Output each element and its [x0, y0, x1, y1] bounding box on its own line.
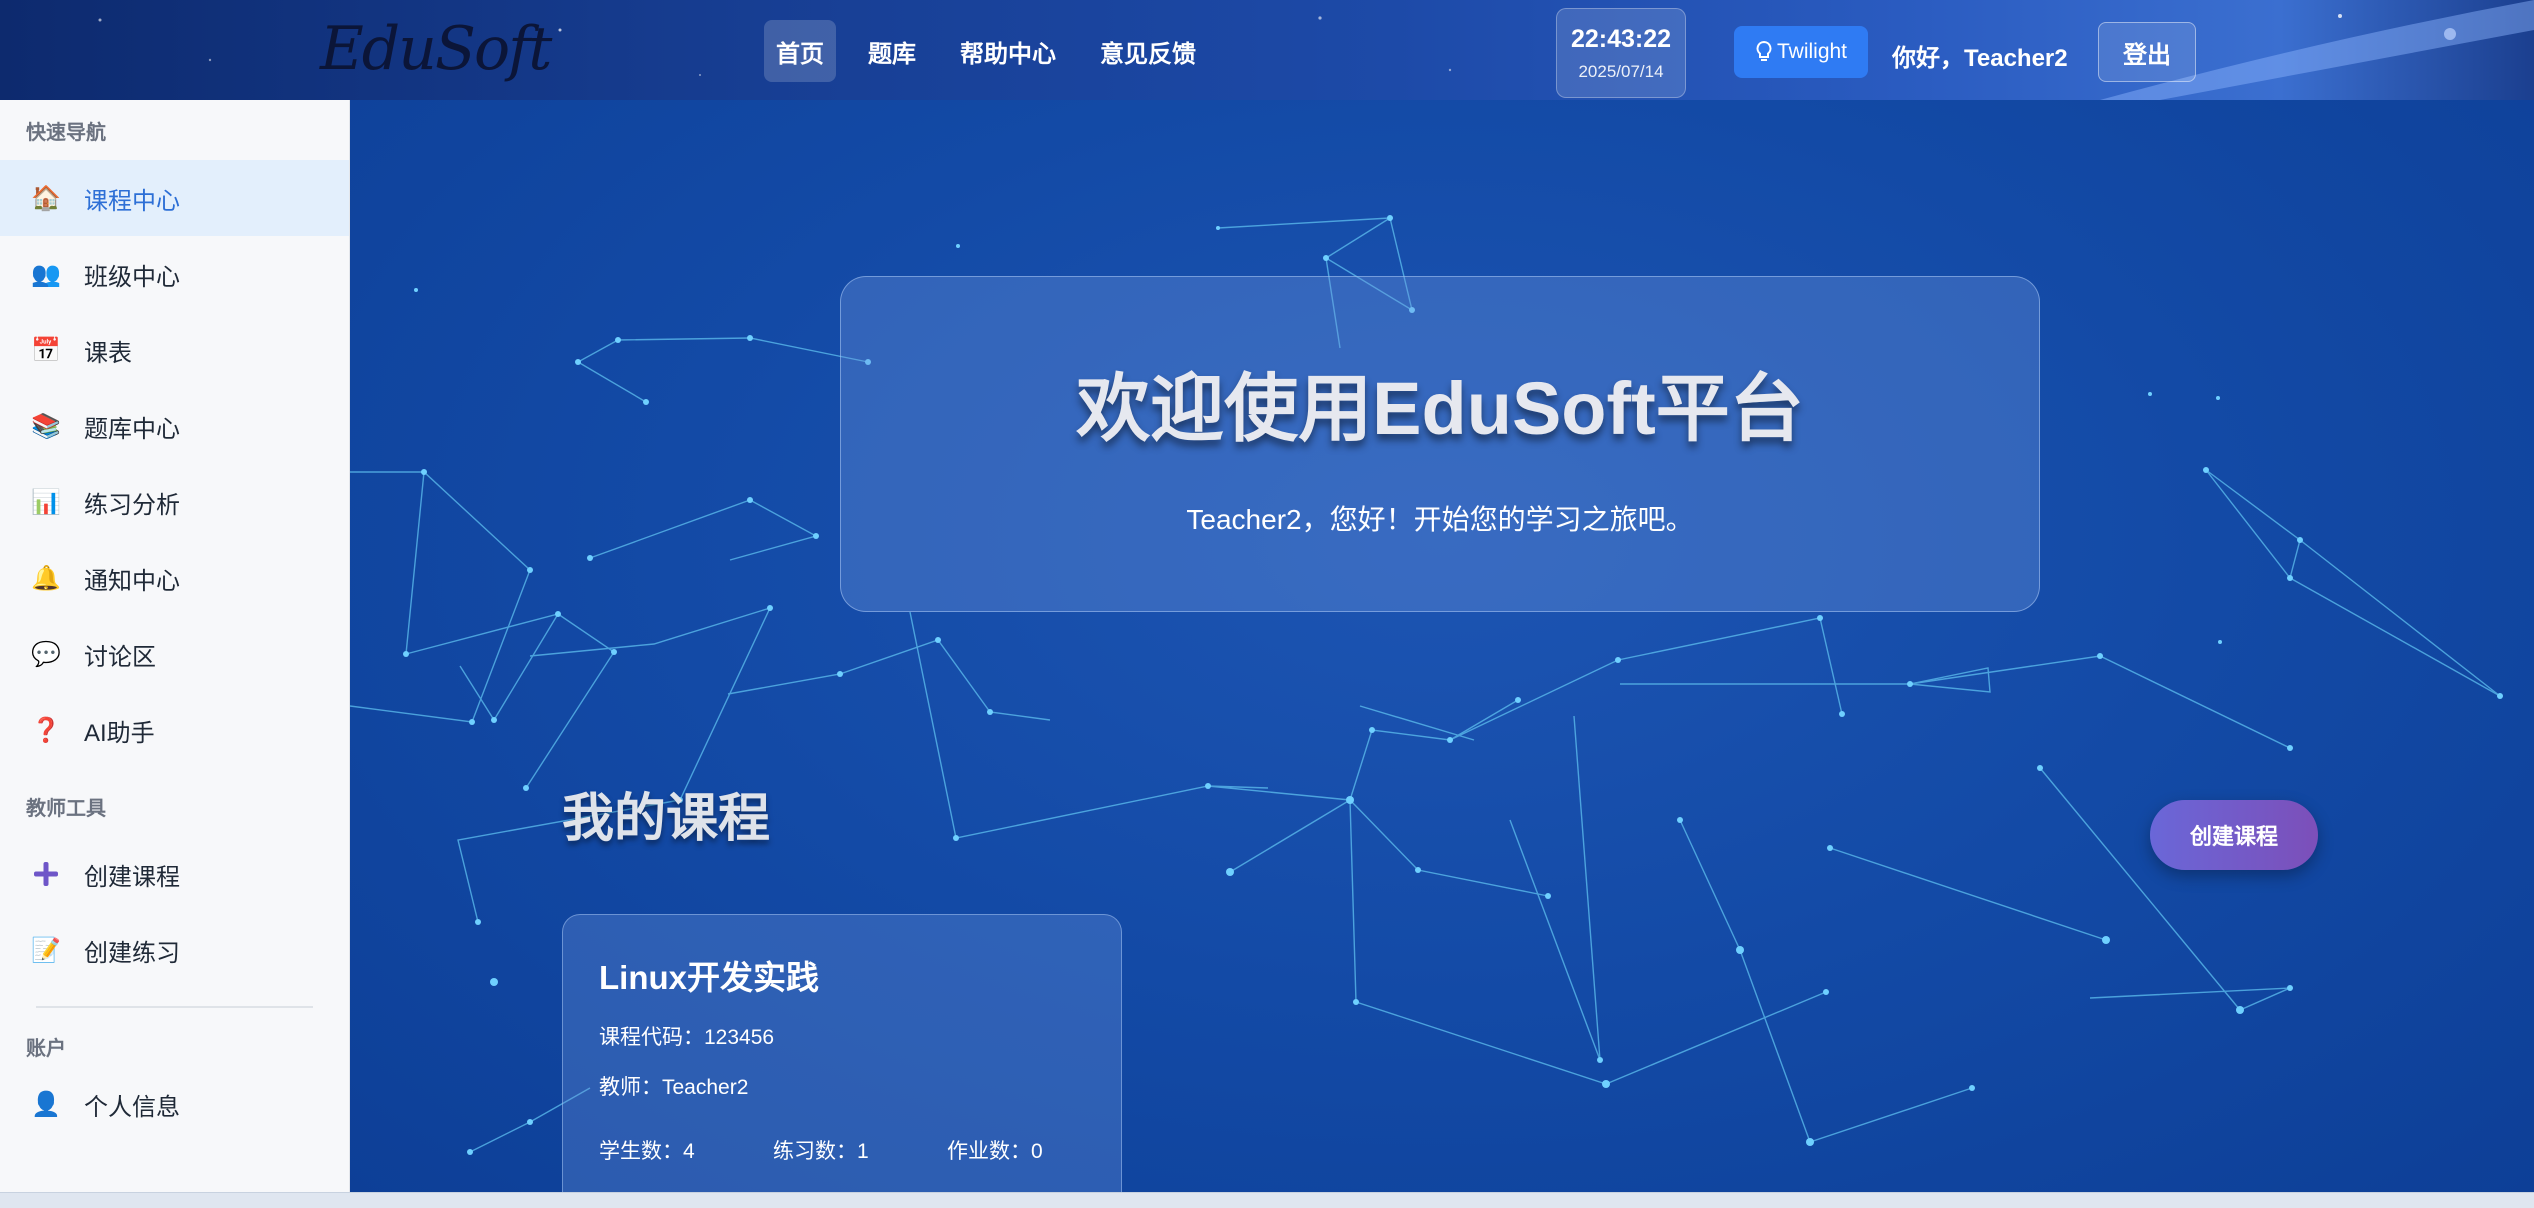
sidebar-item-course-center[interactable]: 🏠 课程中心 — [0, 160, 349, 236]
nav-feedback[interactable]: 意见反馈 — [1088, 20, 1208, 82]
user-icon: 👤 — [31, 1090, 61, 1118]
sidebar-item-timetable[interactable]: 📅 课表 — [0, 312, 349, 388]
sidebar-item-label: 讨论区 — [84, 643, 156, 671]
welcome-banner: 欢迎使用EduSoft平台 Teacher2，您好！开始您的学习之旅吧。 — [840, 276, 2040, 612]
sidebar: 快速导航 🏠 课程中心 👥 班级中心 📅 课表 📚 题库中心 📊 练习分析 🔔 … — [0, 100, 350, 1192]
main-nav: 首页 题库 帮助中心 意见反馈 — [764, 20, 1208, 82]
sidebar-item-question-bank[interactable]: 📚 题库中心 — [0, 388, 349, 464]
theme-toggle-label: Twilight — [1776, 40, 1848, 63]
calendar-icon: 📅 — [31, 336, 61, 364]
sidebar-item-label: 题库中心 — [84, 415, 180, 443]
sidebar-section-title: 账户 — [26, 1037, 66, 1060]
sidebar-item-ai-assistant[interactable]: ❓ AI助手 — [0, 692, 349, 768]
sidebar-item-label: 通知中心 — [84, 567, 180, 595]
books-icon: 📚 — [31, 412, 61, 440]
sidebar-item-label: 课程中心 — [84, 187, 180, 215]
sidebar-item-label: 班级中心 — [84, 263, 180, 291]
logout-button[interactable]: 登出 — [2098, 22, 2196, 82]
nav-home[interactable]: 首页 — [764, 20, 836, 82]
sidebar-section-title: 快速导航 — [26, 121, 106, 144]
bar-chart-icon: 📊 — [31, 488, 61, 516]
sidebar-item-label: 创建练习 — [84, 939, 180, 967]
clock-time: 22:43:22 — [1570, 25, 1672, 53]
clock-date: 2025/07/14 — [1578, 62, 1664, 81]
nav-help-center[interactable]: 帮助中心 — [948, 20, 1068, 82]
course-assignment-count: 作业数：0 — [947, 1140, 1043, 1163]
logo[interactable]: EduSoft — [320, 14, 552, 84]
welcome-subtitle: Teacher2，您好！开始您的学习之旅吧。 — [1186, 504, 1694, 535]
course-teacher: 教师：Teacher2 — [599, 1076, 749, 1099]
sidebar-item-label: 练习分析 — [84, 491, 180, 519]
create-course-button[interactable]: 创建课程 — [2150, 800, 2318, 870]
bottom-scroll-strip — [0, 1192, 2534, 1208]
sidebar-item-label: AI助手 — [84, 719, 155, 747]
question-mark-icon: ❓ — [31, 716, 61, 744]
lightbulb-icon — [1756, 40, 1772, 61]
theme-toggle-button[interactable]: Twilight — [1734, 26, 1868, 78]
sidebar-item-label: 个人信息 — [84, 1093, 180, 1121]
nav-question-bank[interactable]: 题库 — [856, 20, 928, 82]
sidebar-item-notifications[interactable]: 🔔 通知中心 — [0, 540, 349, 616]
home-icon: 🏠 — [31, 184, 61, 212]
sidebar-item-create-course[interactable]: 创建课程 — [0, 836, 349, 912]
bell-icon: 🔔 — [31, 564, 61, 592]
course-stats: 学生数：4 练习数：1 作业数：0 — [599, 1135, 1121, 1165]
sidebar-section-title: 教师工具 — [26, 797, 106, 820]
sidebar-item-label: 创建课程 — [84, 863, 180, 891]
user-greeting: 你好，Teacher2 — [1892, 45, 2068, 72]
sidebar-item-practice-analysis[interactable]: 📊 练习分析 — [0, 464, 349, 540]
sidebar-item-profile[interactable]: 👤 个人信息 — [0, 1066, 349, 1142]
sidebar-item-class-center[interactable]: 👥 班级中心 — [0, 236, 349, 312]
my-courses-heading: 我的课程 — [562, 790, 771, 848]
speech-bubble-icon: 💬 — [31, 640, 61, 668]
sidebar-divider — [36, 1006, 313, 1008]
course-code: 课程代码：123456 — [599, 1026, 775, 1049]
course-exercise-count: 练习数：1 — [773, 1140, 869, 1163]
course-card[interactable]: Linux开发实践 课程代码：123456 教师：Teacher2 学生数：4 … — [562, 914, 1122, 1192]
course-student-count: 学生数：4 — [599, 1140, 695, 1163]
sidebar-item-label: 课表 — [84, 339, 132, 367]
course-name: Linux开发实践 — [599, 959, 819, 996]
plus-icon — [30, 858, 62, 890]
main-content: 欢迎使用EduSoft平台 Teacher2，您好！开始您的学习之旅吧。 我的课… — [350, 100, 2534, 1192]
sidebar-item-create-exercise[interactable]: 📝 创建练习 — [0, 912, 349, 988]
memo-icon: 📝 — [31, 936, 61, 964]
welcome-title: 欢迎使用EduSoft平台 — [1076, 367, 1804, 450]
sidebar-item-discussion[interactable]: 💬 讨论区 — [0, 616, 349, 692]
people-icon: 👥 — [31, 260, 61, 288]
clock-widget: 22:43:22 2025/07/14 — [1556, 8, 1686, 98]
top-header: EduSoft 首页 题库 帮助中心 意见反馈 22:43:22 2025/07… — [0, 0, 2534, 100]
